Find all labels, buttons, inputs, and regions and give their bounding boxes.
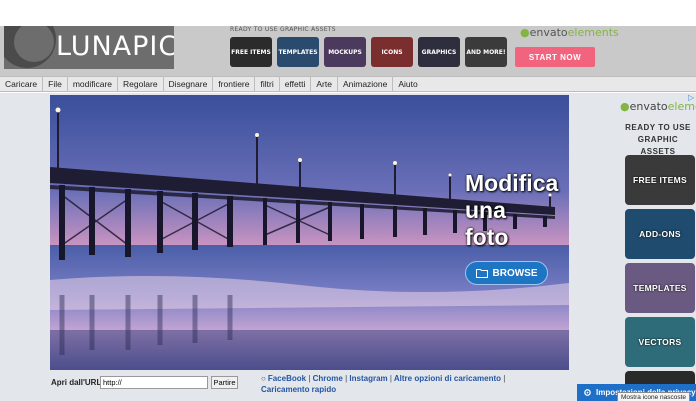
- menu-item-caricare[interactable]: Caricare: [0, 77, 44, 91]
- menu-item-file[interactable]: File: [43, 77, 68, 91]
- lunapic-logo[interactable]: LUNAPIC: [4, 26, 174, 69]
- right-ad-button-label: TEMPLATES: [633, 283, 687, 293]
- envato-brand-prefix: envato: [529, 26, 568, 39]
- envato-logo-top[interactable]: ●envatoelements: [520, 26, 619, 39]
- top-ad-button-label: GRAPHICS: [421, 48, 457, 56]
- right-ad-free-items-button[interactable]: FREE ITEMS: [625, 155, 695, 205]
- menu-item-frontiere[interactable]: frontiere: [213, 77, 256, 91]
- top-ad-button-label: FREE ITEMS: [231, 48, 271, 56]
- browse-button[interactable]: BROWSE: [465, 261, 548, 285]
- hidden-icons-tooltip: Mostra icone nascoste: [617, 392, 691, 401]
- top-strip: [0, 0, 696, 26]
- menu-item-animazione[interactable]: Animazione: [338, 77, 394, 91]
- top-ad-button-label: MOCKUPS: [328, 48, 362, 56]
- right-ad-button-label: FREE ITEMS: [632, 175, 687, 185]
- right-ad-button-label: VECTORS: [638, 337, 682, 347]
- top-ad-mockups-button[interactable]: MOCKUPS: [324, 37, 366, 67]
- browse-label: BROWSE: [492, 267, 538, 279]
- top-ad-templates-button[interactable]: TEMPLATES: [277, 37, 319, 67]
- radio-icon: ○: [261, 374, 266, 383]
- top-ad-tagline: READY TO USE GRAPHIC ASSETS: [230, 26, 336, 33]
- start-now-button[interactable]: START NOW: [515, 47, 595, 67]
- envato-brand-suffix: elements: [567, 26, 619, 39]
- headline-line-1: Modifica: [465, 170, 559, 196]
- link-facebook[interactable]: FaceBook: [268, 374, 306, 383]
- right-ad-vectors-button[interactable]: VECTORS: [625, 317, 695, 367]
- envato-brand-prefix: envato: [629, 100, 668, 113]
- top-ad-free-items-button[interactable]: FREE ITEMS: [230, 37, 272, 67]
- envato-leaf-icon: ●: [620, 100, 630, 113]
- headline-line-3: foto: [465, 224, 509, 250]
- right-ad-templates-button[interactable]: TEMPLATES: [625, 263, 695, 313]
- envato-logo-right[interactable]: ●envatoelements: [620, 100, 696, 113]
- menu-item-arte[interactable]: Arte: [311, 77, 338, 91]
- headline-line-2: una: [465, 197, 506, 223]
- top-ad-button-label: TEMPLATES: [278, 48, 318, 56]
- top-ad-and-more-button[interactable]: AND MORE!: [465, 37, 507, 67]
- gear-icon: [584, 389, 591, 396]
- link-instagram[interactable]: Instagram: [349, 374, 387, 383]
- link-separator: |: [503, 374, 506, 383]
- right-ad-tagline: READY TO USE GRAPHIC ASSETS: [625, 123, 691, 156]
- menu-item-regolare[interactable]: Regolare: [118, 77, 164, 91]
- top-ad-button-label: ICONS: [381, 48, 403, 56]
- right-ad-add-ons-button[interactable]: ADD-ONS: [625, 209, 695, 259]
- menu-item-disegnare[interactable]: Disegnare: [164, 77, 214, 91]
- link-separator: |: [389, 374, 392, 383]
- go-button[interactable]: Partire: [211, 376, 238, 389]
- envato-brand-suffix: elements: [667, 100, 696, 113]
- link-quick-upload[interactable]: Caricamento rapido: [261, 385, 336, 394]
- link-separator: |: [345, 374, 348, 383]
- link-chrome[interactable]: Chrome: [313, 374, 343, 383]
- start-now-label: START NOW: [528, 52, 582, 62]
- link-separator: |: [308, 374, 311, 383]
- top-ad-icons-button[interactable]: ICONS: [371, 37, 413, 67]
- link-more-upload-options[interactable]: Altre opzioni di caricamento: [394, 374, 501, 383]
- menu-item-effetti[interactable]: effetti: [280, 77, 312, 91]
- folder-icon: [475, 269, 488, 278]
- url-input[interactable]: [100, 376, 208, 389]
- menu-item-aiuto[interactable]: Aiuto: [393, 77, 422, 91]
- upload-links: ○ FaceBook | Chrome | Instagram | Altre o…: [261, 373, 541, 395]
- logo-text: LUNAPIC: [56, 31, 174, 62]
- top-ad-graphics-button[interactable]: GRAPHICS: [418, 37, 460, 67]
- menu-item-filtri[interactable]: filtri: [255, 77, 280, 91]
- right-ad-button-label: ADD-ONS: [639, 229, 681, 239]
- envato-leaf-icon: ●: [520, 26, 530, 39]
- go-button-label: Partire: [213, 378, 236, 387]
- top-ad-button-label: AND MORE!: [466, 48, 506, 56]
- hero-headline: Modifica una foto: [465, 170, 575, 251]
- main-menu: Caricare File modificare Regolare Disegn…: [0, 76, 696, 92]
- menu-item-modificare[interactable]: modificare: [68, 77, 119, 91]
- url-label: Apri dall'URL:: [51, 378, 105, 387]
